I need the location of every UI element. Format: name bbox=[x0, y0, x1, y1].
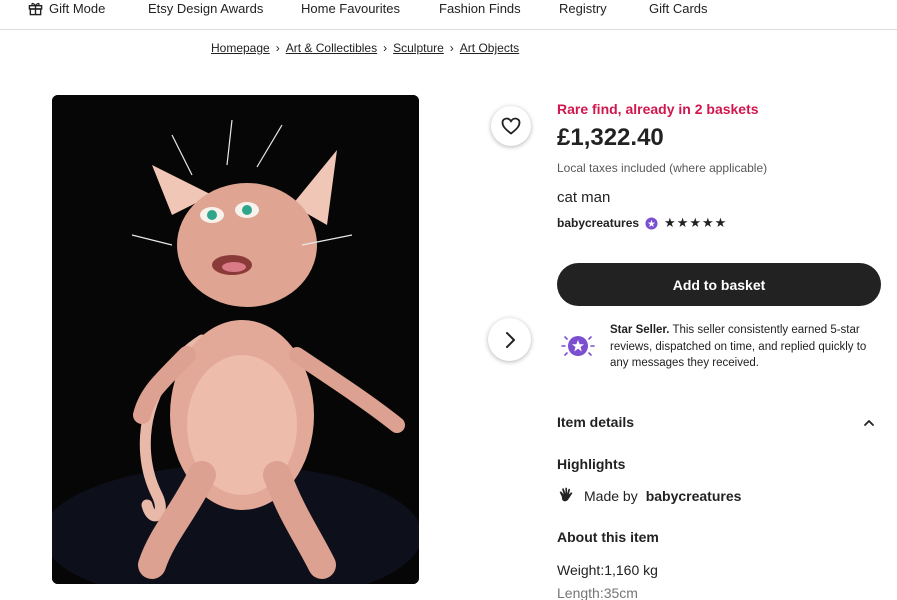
add-to-basket-button[interactable]: Add to basket bbox=[557, 263, 881, 306]
listing-title: cat man bbox=[557, 189, 611, 206]
nav-fashion-finds[interactable]: Fashion Finds bbox=[439, 1, 521, 16]
item-weight: Weight:1,160 kg bbox=[557, 562, 658, 578]
nav-home-favourites[interactable]: Home Favourites bbox=[301, 1, 400, 16]
highlights-heading: Highlights bbox=[557, 456, 626, 472]
gift-icon bbox=[28, 2, 43, 16]
rating-stars[interactable]: ★★★★★ bbox=[664, 215, 727, 231]
listing-photo-illustration bbox=[52, 95, 419, 584]
made-by-row: Made by babycreatures bbox=[557, 486, 741, 505]
item-details-header[interactable]: Item details bbox=[557, 414, 634, 430]
nav-etsy-design-awards[interactable]: Etsy Design Awards bbox=[148, 1, 263, 16]
nav-gift-mode[interactable]: Gift Mode bbox=[28, 1, 105, 16]
nav-label: Gift Mode bbox=[49, 1, 106, 16]
chevron-right-icon: › bbox=[383, 41, 388, 55]
chevron-right-icon: › bbox=[449, 41, 454, 55]
about-item-heading: About this item bbox=[557, 529, 659, 545]
nav-gift-cards[interactable]: Gift Cards bbox=[649, 1, 708, 16]
price: £1,322.40 bbox=[557, 124, 664, 151]
chevron-right-icon: › bbox=[275, 41, 280, 55]
star-seller-label: Star Seller. bbox=[610, 324, 670, 336]
star-seller-badge-icon bbox=[561, 336, 595, 356]
top-nav: Gift Mode Etsy Design Awards Home Favour… bbox=[0, 0, 897, 30]
next-image-button[interactable] bbox=[488, 318, 531, 361]
breadcrumb-art-collectibles[interactable]: Art & Collectibles bbox=[286, 41, 377, 55]
made-by-shop[interactable]: babycreatures bbox=[646, 488, 742, 504]
breadcrumb-homepage[interactable]: Homepage bbox=[211, 41, 270, 55]
star-seller-description: Star Seller. This seller consistently ea… bbox=[610, 322, 875, 372]
breadcrumb-sculpture[interactable]: Sculpture bbox=[393, 41, 444, 55]
chevron-up-icon[interactable] bbox=[863, 418, 875, 428]
seller-row: babycreatures ★★★★★ bbox=[557, 215, 727, 231]
rare-find-notice: Rare find, already in 2 baskets bbox=[557, 101, 759, 117]
hand-icon bbox=[559, 487, 573, 502]
item-length: Length:35cm bbox=[557, 585, 638, 600]
favourite-button[interactable] bbox=[491, 106, 531, 146]
listing-photo[interactable] bbox=[52, 95, 419, 584]
made-by-prefix: Made by bbox=[584, 487, 638, 504]
chevron-right-icon bbox=[505, 331, 515, 348]
shop-name-link[interactable]: babycreatures bbox=[557, 216, 639, 230]
heart-icon bbox=[501, 117, 521, 135]
breadcrumb-art-objects[interactable]: Art Objects bbox=[460, 41, 519, 55]
nav-registry[interactable]: Registry bbox=[559, 1, 607, 16]
taxes-note: Local taxes included (where applicable) bbox=[557, 161, 768, 175]
breadcrumb: Homepage › Art & Collectibles › Sculptur… bbox=[211, 41, 519, 55]
star-seller-small-icon bbox=[645, 216, 658, 230]
